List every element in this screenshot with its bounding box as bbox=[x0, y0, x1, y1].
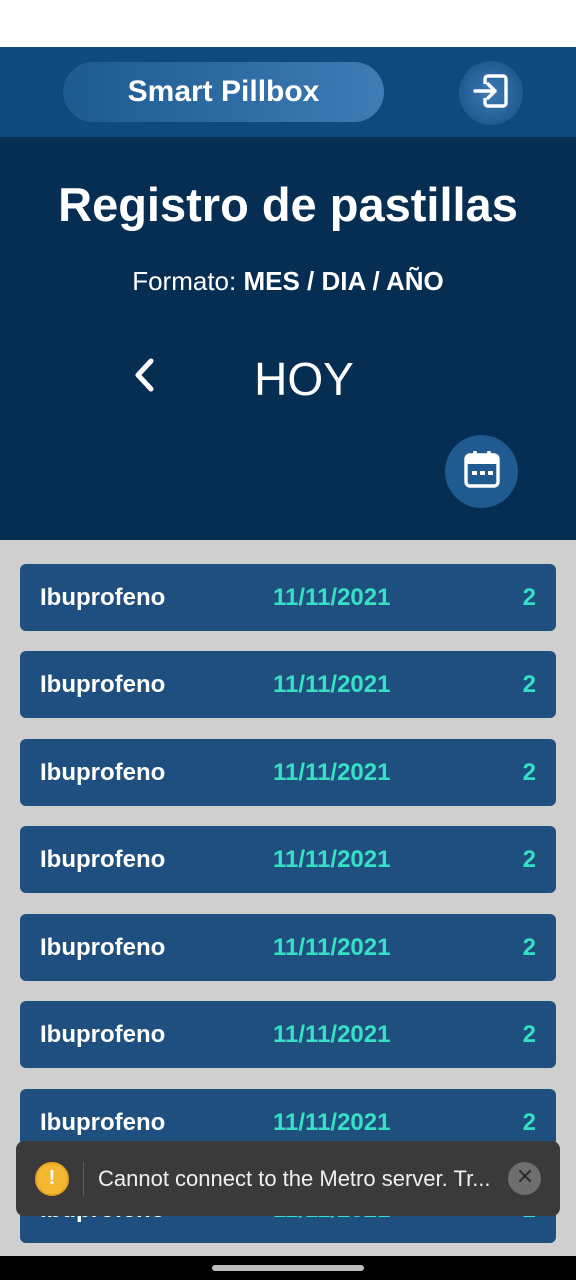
date-selector-panel: Registro de pastillas Formato: MES / DIA… bbox=[0, 137, 576, 540]
connection-error-toast[interactable]: ! Cannot connect to the Metro server. Tr… bbox=[16, 1141, 560, 1216]
system-navigation-bar bbox=[0, 1256, 576, 1280]
brand-title[interactable]: Smart Pillbox bbox=[63, 62, 384, 122]
record-name: Ibuprofeno bbox=[40, 934, 166, 961]
record-row[interactable]: Ibuprofeno 11/11/2021 2 bbox=[20, 739, 556, 806]
app-header: Smart Pillbox bbox=[0, 47, 576, 137]
home-indicator[interactable] bbox=[212, 1265, 364, 1271]
toast-message: Cannot connect to the Metro server. Tr..… bbox=[98, 1165, 491, 1191]
record-name: Ibuprofeno bbox=[40, 1021, 166, 1048]
record-name: Ibuprofeno bbox=[40, 671, 166, 698]
date-format-hint: Formato: MES / DIA / AÑO bbox=[0, 266, 576, 297]
record-date: 11/11/2021 bbox=[273, 934, 391, 961]
page-title: Registro de pastillas bbox=[58, 178, 518, 231]
toast-close-button[interactable] bbox=[508, 1162, 541, 1195]
record-row[interactable]: Ibuprofeno 11/11/2021 2 bbox=[20, 564, 556, 631]
calendar-button[interactable] bbox=[445, 435, 518, 508]
logout-icon bbox=[471, 71, 511, 116]
record-date: 11/11/2021 bbox=[273, 671, 391, 698]
format-label: Formato: bbox=[132, 266, 237, 296]
calendar-icon bbox=[463, 449, 501, 494]
record-date: 11/11/2021 bbox=[273, 584, 391, 611]
logout-button[interactable] bbox=[459, 61, 523, 125]
record-row[interactable]: Ibuprofeno 11/11/2021 2 bbox=[20, 651, 556, 718]
record-count: 2 bbox=[522, 934, 536, 961]
record-row[interactable]: Ibuprofeno 11/11/2021 2 bbox=[20, 914, 556, 981]
toast-divider bbox=[83, 1161, 84, 1196]
record-date: 11/11/2021 bbox=[273, 759, 391, 786]
record-name: Ibuprofeno bbox=[40, 846, 166, 873]
record-date: 11/11/2021 bbox=[273, 846, 391, 873]
chevron-left-icon bbox=[129, 355, 159, 400]
record-name: Ibuprofeno bbox=[40, 584, 166, 611]
previous-day-button[interactable] bbox=[122, 355, 166, 399]
record-count: 2 bbox=[522, 584, 536, 611]
record-date: 11/11/2021 bbox=[273, 1021, 391, 1048]
status-bar bbox=[0, 0, 576, 47]
warning-icon: ! bbox=[35, 1161, 69, 1196]
record-count: 2 bbox=[522, 671, 536, 698]
record-row[interactable]: Ibuprofeno 11/11/2021 2 bbox=[20, 1001, 556, 1068]
format-value: MES / DIA / AÑO bbox=[243, 266, 444, 296]
record-row[interactable]: Ibuprofeno 11/11/2021 2 bbox=[20, 826, 556, 893]
close-icon bbox=[517, 1168, 533, 1189]
current-day-label: HOY bbox=[254, 353, 354, 405]
record-count: 2 bbox=[522, 759, 536, 786]
record-count: 2 bbox=[522, 1021, 536, 1048]
record-name: Ibuprofeno bbox=[40, 759, 166, 786]
record-count: 2 bbox=[522, 846, 536, 873]
